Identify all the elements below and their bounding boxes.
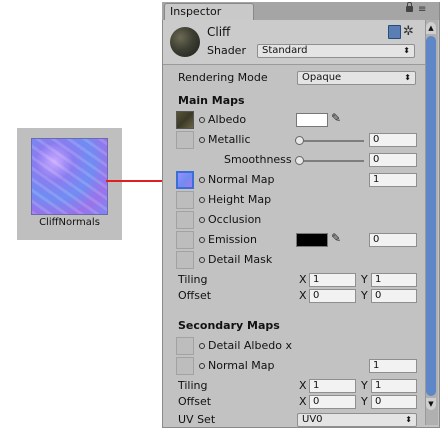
- emission-color-swatch[interactable]: [296, 233, 328, 247]
- height-map-dot-icon[interactable]: [199, 197, 205, 203]
- emission-label: Emission: [208, 233, 257, 246]
- occlusion-dot-icon[interactable]: [199, 217, 205, 223]
- dropdown-arrow-icon: ⬍: [405, 415, 412, 424]
- metallic-slider-track[interactable]: [298, 140, 364, 142]
- uv-set-dropdown[interactable]: UV0 ⬍: [297, 413, 417, 427]
- gear-icon[interactable]: ✲: [403, 24, 414, 39]
- offset-x-field[interactable]: 0: [309, 289, 356, 303]
- secondary-maps-title: Secondary Maps: [178, 319, 280, 332]
- tiling-label: Tiling: [178, 273, 208, 286]
- offset-y-field[interactable]: 0: [371, 289, 417, 303]
- normal-map-dot-icon[interactable]: [199, 177, 205, 183]
- occlusion-label: Occlusion: [208, 213, 262, 226]
- secondary-tiling-y-label: Y: [361, 379, 368, 392]
- scroll-down-icon[interactable]: ▼: [426, 398, 436, 410]
- albedo-dot-icon[interactable]: [199, 117, 205, 123]
- smoothness-label: Smoothness: [224, 153, 292, 166]
- metallic-slider-knob[interactable]: [295, 136, 304, 145]
- shader-label: Shader: [207, 44, 246, 57]
- secondary-tiling-label: Tiling: [178, 379, 208, 392]
- metallic-texture-slot[interactable]: [176, 131, 194, 149]
- material-name: Cliff: [207, 25, 231, 39]
- secondary-normal-map-label: Normal Map: [208, 359, 275, 372]
- tiling-y-label: Y: [361, 273, 368, 286]
- normal-map-scale-field[interactable]: 1: [369, 173, 417, 187]
- dropdown-arrow-icon: ⬍: [403, 46, 410, 55]
- smoothness-slider-track[interactable]: [298, 160, 364, 162]
- eyedropper-icon[interactable]: ✎: [331, 111, 341, 125]
- height-map-label: Height Map: [208, 193, 272, 206]
- offset-label: Offset: [178, 289, 212, 302]
- detail-mask-texture-slot[interactable]: [176, 251, 194, 269]
- scroll-thumb[interactable]: [426, 36, 436, 396]
- tiling-x-label: X: [299, 273, 307, 286]
- cliff-normals-thumbnail[interactable]: [31, 138, 108, 215]
- secondary-offset-label: Offset: [178, 395, 212, 408]
- rendering-mode-dropdown[interactable]: Opaque ⬍: [297, 71, 416, 85]
- secondary-offset-y-label: Y: [361, 395, 368, 408]
- rendering-mode-label: Rendering Mode: [178, 71, 268, 84]
- shader-dropdown[interactable]: Standard ⬍: [257, 44, 415, 58]
- metallic-label: Metallic: [208, 133, 251, 146]
- detail-mask-dot-icon[interactable]: [199, 257, 205, 263]
- uv-set-label: UV Set: [178, 413, 216, 426]
- normal-map-label: Normal Map: [208, 173, 275, 186]
- secondary-normal-map-scale-field[interactable]: 1: [369, 359, 417, 373]
- secondary-offset-x-field[interactable]: 0: [309, 395, 356, 409]
- emission-value-field[interactable]: 0: [369, 233, 417, 247]
- secondary-normal-map-texture-slot[interactable]: [176, 357, 194, 375]
- secondary-tiling-x-label: X: [299, 379, 307, 392]
- dropdown-arrow-icon: ⬍: [404, 73, 411, 82]
- detail-albedo-label: Detail Albedo x: [208, 339, 292, 352]
- height-map-texture-slot[interactable]: [176, 191, 194, 209]
- detail-albedo-texture-slot[interactable]: [176, 337, 194, 355]
- offset-y-label: Y: [361, 289, 368, 302]
- offset-x-label: X: [299, 289, 307, 302]
- scroll-up-icon[interactable]: ▲: [426, 22, 436, 34]
- shader-value: Standard: [262, 45, 308, 56]
- metallic-dot-icon[interactable]: [199, 137, 205, 143]
- smoothness-value-field[interactable]: 0: [369, 153, 417, 167]
- secondary-offset-x-label: X: [299, 395, 307, 408]
- help-book-icon[interactable]: [388, 25, 401, 39]
- secondary-normal-map-dot-icon[interactable]: [199, 363, 205, 369]
- emission-texture-slot[interactable]: [176, 231, 194, 249]
- material-preview-icon: [170, 27, 200, 57]
- normal-map-texture-slot[interactable]: [176, 171, 194, 189]
- secondary-offset-y-field[interactable]: 0: [371, 395, 417, 409]
- lock-icon[interactable]: [406, 2, 413, 12]
- menu-icon[interactable]: ≡: [418, 4, 432, 16]
- albedo-label: Albedo: [208, 113, 247, 126]
- occlusion-texture-slot[interactable]: [176, 211, 194, 229]
- albedo-texture-slot[interactable]: [176, 111, 194, 129]
- uv-set-value: UV0: [302, 414, 323, 425]
- tiling-y-field[interactable]: 1: [371, 273, 417, 287]
- tiling-x-field[interactable]: 1: [309, 273, 356, 287]
- metallic-value-field[interactable]: 0: [369, 133, 417, 147]
- albedo-color-swatch[interactable]: [296, 113, 328, 127]
- detail-mask-label: Detail Mask: [208, 253, 273, 266]
- emission-dot-icon[interactable]: [199, 237, 205, 243]
- tab-inspector[interactable]: Inspector: [164, 3, 254, 20]
- secondary-tiling-y-field[interactable]: 1: [371, 379, 417, 393]
- material-header: [163, 20, 425, 65]
- main-maps-title: Main Maps: [178, 94, 245, 107]
- detail-albedo-dot-icon[interactable]: [199, 343, 205, 349]
- smoothness-slider-knob[interactable]: [295, 156, 304, 165]
- rendering-mode-value: Opaque: [302, 72, 342, 83]
- eyedropper-icon[interactable]: ✎: [331, 231, 341, 245]
- secondary-tiling-x-field[interactable]: 1: [309, 379, 356, 393]
- asset-label: CliffNormals: [39, 217, 100, 228]
